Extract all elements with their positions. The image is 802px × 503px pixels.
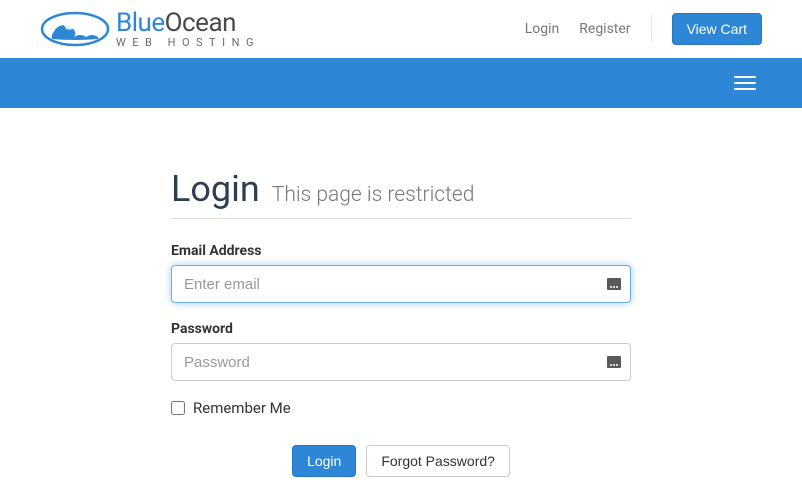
remember-checkbox[interactable]: [171, 401, 185, 415]
vertical-divider: [651, 15, 652, 43]
brand-subtitle: WEB HOSTING: [116, 37, 260, 48]
page-subtitle: This page is restricted: [272, 183, 475, 207]
login-link[interactable]: Login: [525, 21, 560, 37]
register-link[interactable]: Register: [579, 21, 630, 37]
email-label: Email Address: [171, 243, 631, 259]
main-content: Login This page is restricted Email Addr…: [161, 168, 641, 477]
brand-name-blue: Blue: [116, 8, 165, 38]
forgot-password-button[interactable]: Forgot Password?: [366, 445, 510, 477]
page-title-row: Login This page is restricted: [171, 168, 631, 219]
password-label: Password: [171, 321, 631, 337]
password-group: Password: [171, 321, 631, 381]
brand-logo[interactable]: BlueOcean WEB HOSTING: [40, 10, 260, 48]
email-field[interactable]: [171, 265, 631, 303]
wave-logo-icon: [40, 11, 110, 47]
autofill-icon[interactable]: [607, 356, 621, 368]
autofill-icon[interactable]: [607, 278, 621, 290]
top-header: BlueOcean WEB HOSTING Login Register Vie…: [0, 0, 802, 58]
password-field[interactable]: [171, 343, 631, 381]
brand-name-dark: Ocean: [165, 8, 236, 38]
remember-label[interactable]: Remember Me: [193, 399, 291, 417]
remember-row: Remember Me: [171, 399, 631, 417]
login-button[interactable]: Login: [292, 445, 356, 477]
button-row: Login Forgot Password?: [171, 445, 631, 477]
view-cart-button[interactable]: View Cart: [672, 13, 762, 45]
nav-bar: [0, 58, 802, 108]
top-links: Login Register View Cart: [525, 13, 762, 45]
email-group: Email Address: [171, 243, 631, 303]
hamburger-menu-icon[interactable]: [728, 70, 762, 96]
brand-text: BlueOcean WEB HOSTING: [116, 10, 260, 48]
page-title: Login: [171, 168, 260, 210]
